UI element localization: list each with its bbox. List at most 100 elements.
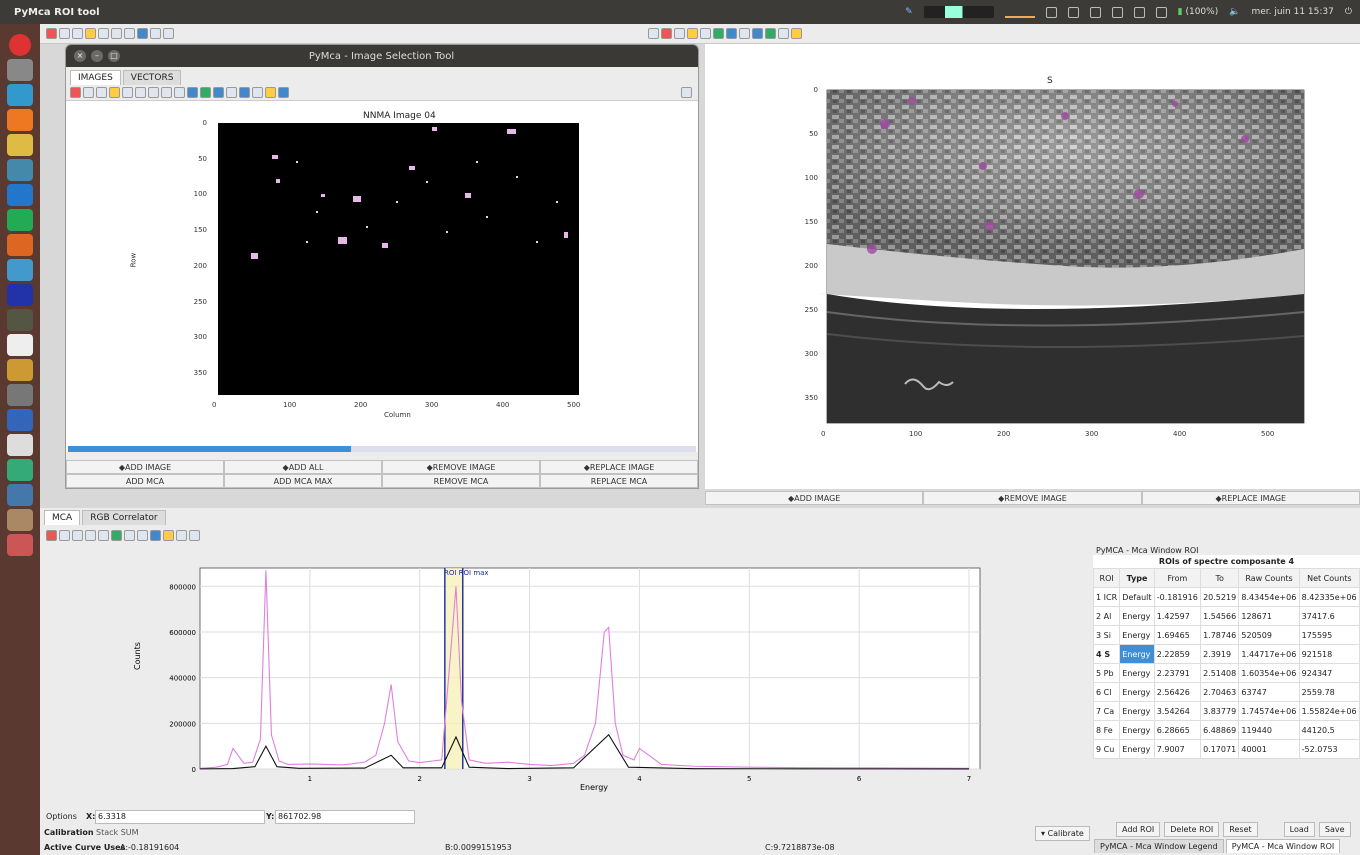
rgb-icon[interactable] <box>200 87 211 98</box>
grid-icon[interactable] <box>135 87 146 98</box>
power-icon[interactable]: ⏻ <box>1345 7 1352 17</box>
roi-header-cell[interactable]: From <box>1153 568 1202 588</box>
roi-cell[interactable]: 1.44717e+06 <box>1238 644 1300 664</box>
roi-cell[interactable]: Energy <box>1119 625 1155 645</box>
calc-icon[interactable] <box>7 209 33 231</box>
select-poly-icon[interactable] <box>765 28 776 39</box>
y-value-field[interactable]: 861702.98 <box>275 810 415 824</box>
roi-table-row[interactable]: 8 Fe Energy 6.28665 6.48869 119440 44120.5 <box>1092 720 1360 740</box>
roi-cell[interactable]: 1.42597 <box>1153 606 1202 626</box>
tab-mca-window-roi[interactable]: PyMCA - Mca Window ROI <box>1225 839 1341 853</box>
tab-rgb-correlator[interactable]: RGB Correlator <box>82 510 166 525</box>
roi-cell[interactable]: 0.17071 <box>1200 739 1240 759</box>
home-icon[interactable] <box>9 34 31 56</box>
chart-app-icon[interactable] <box>7 484 33 506</box>
roi-cell[interactable]: 1.55824e+06 <box>1298 701 1360 721</box>
autoscale-right-icon[interactable] <box>674 28 685 39</box>
battery-status[interactable]: ▮ (100%) <box>1178 7 1219 17</box>
roi-header-cell[interactable]: To <box>1200 568 1240 588</box>
roi-cell[interactable]: 3.83779 <box>1200 701 1240 721</box>
profile-icon[interactable] <box>791 28 802 39</box>
print-icon[interactable] <box>163 28 174 39</box>
misc-app-icon[interactable] <box>7 534 33 556</box>
roi-cell[interactable]: 2.22859 <box>1153 644 1202 664</box>
profile-icon[interactable] <box>265 87 276 98</box>
roi-cell[interactable]: 921518 <box>1298 644 1360 664</box>
roi-cell[interactable]: 37417.6 <box>1298 606 1360 626</box>
roi-cell[interactable]: 9 Cu <box>1092 739 1121 759</box>
right-replace-image-button[interactable]: ◆ REPLACE IMAGE <box>1141 491 1360 505</box>
add-mca-max-button[interactable]: ADD MCA MAX <box>224 474 382 488</box>
firefox-icon[interactable] <box>7 109 33 131</box>
chromium-icon[interactable] <box>7 409 33 431</box>
roi-cell[interactable]: 1.74574e+06 <box>1238 701 1300 721</box>
roi-cell[interactable]: 5 Pb <box>1092 663 1121 683</box>
roi-cell[interactable]: 8.43454e+06 <box>1238 587 1300 607</box>
autoscale-y-icon[interactable] <box>59 28 70 39</box>
roi-cell[interactable]: 20.5219 <box>1200 587 1240 607</box>
brush-icon[interactable] <box>85 28 96 39</box>
rotate-icon[interactable] <box>713 28 724 39</box>
save-image-icon[interactable] <box>161 87 172 98</box>
right-image-plot[interactable] <box>705 44 1360 489</box>
erase-icon[interactable] <box>98 28 109 39</box>
print-icon[interactable] <box>681 87 692 98</box>
cpu-graph-icon[interactable] <box>923 6 994 18</box>
roi-table-row[interactable]: 2 Al Energy 1.42597 1.54566 128671 37417.6 <box>1092 606 1360 626</box>
roi-cell[interactable]: 3 Si <box>1092 625 1121 645</box>
roi-table-row[interactable]: 3 Si Energy 1.69465 1.78746 520509 175595 <box>1092 625 1360 645</box>
minimize-icon[interactable]: – <box>91 50 103 62</box>
net-graph-icon[interactable] <box>1004 6 1035 18</box>
browser-icon[interactable] <box>7 84 33 106</box>
roi-cell[interactable]: Energy <box>1119 682 1155 702</box>
impress-icon[interactable] <box>7 234 33 256</box>
tab-mca[interactable]: MCA <box>44 510 81 525</box>
roi-table-row[interactable]: 9 Cu Energy 7.9007 0.17071 40001 -52.0753 <box>1092 739 1360 759</box>
writer-icon[interactable] <box>7 184 33 206</box>
info-icon[interactable] <box>252 87 263 98</box>
roi-cell[interactable]: Energy <box>1119 606 1155 626</box>
autoscale-y-icon[interactable] <box>83 87 94 98</box>
formula-icon[interactable] <box>7 334 33 356</box>
roi-header-cell[interactable]: Net Counts <box>1298 568 1360 588</box>
eject-icon[interactable] <box>7 434 33 456</box>
roi-cell[interactable]: 2.51408 <box>1200 663 1240 683</box>
roi-cell[interactable]: 6.28665 <box>1153 720 1202 740</box>
roi-cell[interactable]: 520509 <box>1238 625 1300 645</box>
roi-cell[interactable]: 175595 <box>1298 625 1360 645</box>
grid-icon[interactable] <box>111 28 122 39</box>
roi-cell[interactable]: Energy <box>1119 720 1155 740</box>
bluetooth-icon[interactable] <box>1155 6 1167 18</box>
roi-cell[interactable]: 2.3919 <box>1200 644 1240 664</box>
x-value-field[interactable]: 6.3318 <box>95 810 265 824</box>
mca-spectrum-chart[interactable]: 0 200000 400000 600000 800000 1 2 3 4 5 6 7 Counts… <box>40 540 1090 835</box>
reset-zoom-icon[interactable] <box>70 87 81 98</box>
remove-image-button[interactable]: ◆ REMOVE IMAGE <box>382 460 540 474</box>
roi-table-row[interactable]: 4 S Energy 2.22859 2.3919 1.44717e+06 921518 <box>1092 644 1360 664</box>
roi-table-row[interactable]: 7 Ca Energy 3.54264 3.83779 1.74574e+06 1.558… <box>1092 701 1360 721</box>
colormap-icon[interactable] <box>187 87 198 98</box>
roi-cell[interactable]: 3.54264 <box>1153 701 1202 721</box>
add-image-button[interactable]: ◆ ADD IMAGE <box>66 460 224 474</box>
roi-cell[interactable]: 63747 <box>1238 682 1300 702</box>
erase-icon[interactable] <box>122 87 133 98</box>
save-roi-button[interactable]: Save <box>1318 822 1351 837</box>
replace-mca-button[interactable]: REPLACE MCA <box>540 474 698 488</box>
stack-icon[interactable] <box>7 159 33 181</box>
roi-cell[interactable]: 924347 <box>1298 663 1360 683</box>
roi-cell[interactable]: Energy <box>1119 644 1155 664</box>
left-image-plot[interactable] <box>66 101 698 446</box>
roi-cell[interactable]: 8.42335e+06 <box>1298 587 1360 607</box>
roi-cell[interactable]: 2.23791 <box>1153 663 1202 683</box>
roi-cell[interactable]: 44120.5 <box>1298 720 1360 740</box>
roi-cell[interactable]: 1.54566 <box>1200 606 1240 626</box>
crosshair-icon[interactable] <box>148 87 159 98</box>
crosshair-icon[interactable] <box>124 28 135 39</box>
select-rect-icon[interactable] <box>752 28 763 39</box>
roi-cell[interactable]: 2 Al <box>1092 606 1121 626</box>
roi-cell[interactable]: 4 S <box>1092 644 1121 664</box>
reset-roi-button[interactable]: Reset <box>1223 822 1258 837</box>
print-right-icon[interactable] <box>648 28 659 39</box>
roi-cell[interactable]: Energy <box>1119 701 1155 721</box>
roi-cell[interactable]: Energy <box>1119 663 1155 683</box>
